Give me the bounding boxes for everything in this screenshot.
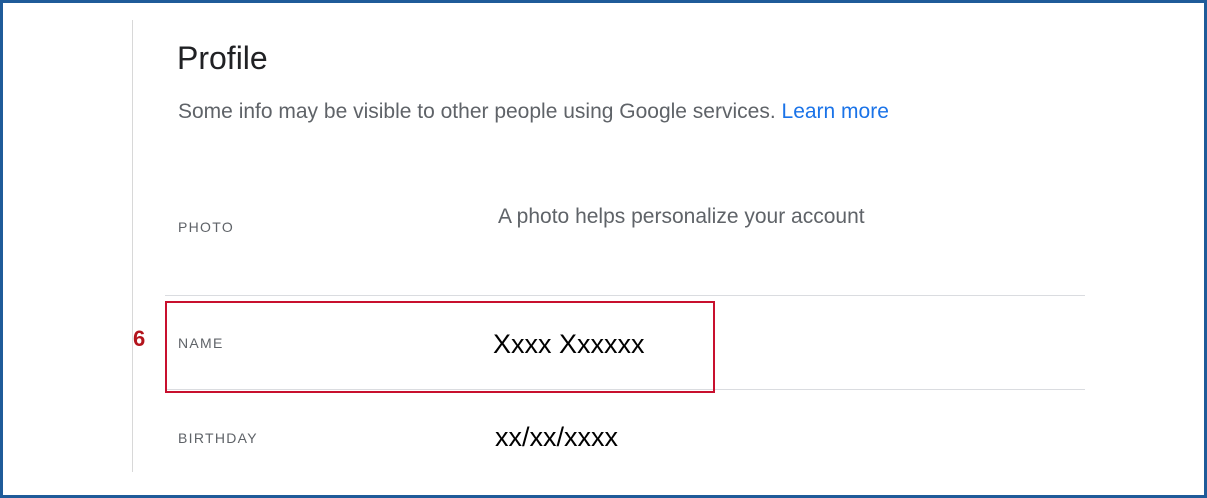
row-divider bbox=[165, 295, 1085, 296]
subtitle-text: Some info may be visible to other people… bbox=[178, 100, 776, 123]
name-row-highlight-box bbox=[165, 301, 715, 393]
photo-label: PHOTO bbox=[178, 219, 235, 235]
profile-subtitle: Some info may be visible to other people… bbox=[178, 98, 889, 126]
photo-row-value[interactable]: A photo helps personalize your account bbox=[498, 203, 865, 231]
side-divider bbox=[132, 20, 133, 472]
step-number-badge: 6 bbox=[133, 326, 146, 351]
birthday-label: BIRTHDAY bbox=[178, 430, 258, 446]
learn-more-link[interactable]: Learn more bbox=[782, 100, 889, 123]
page-title: Profile bbox=[177, 40, 268, 76]
birthday-value[interactable]: xx/xx/xxxx bbox=[495, 421, 618, 453]
